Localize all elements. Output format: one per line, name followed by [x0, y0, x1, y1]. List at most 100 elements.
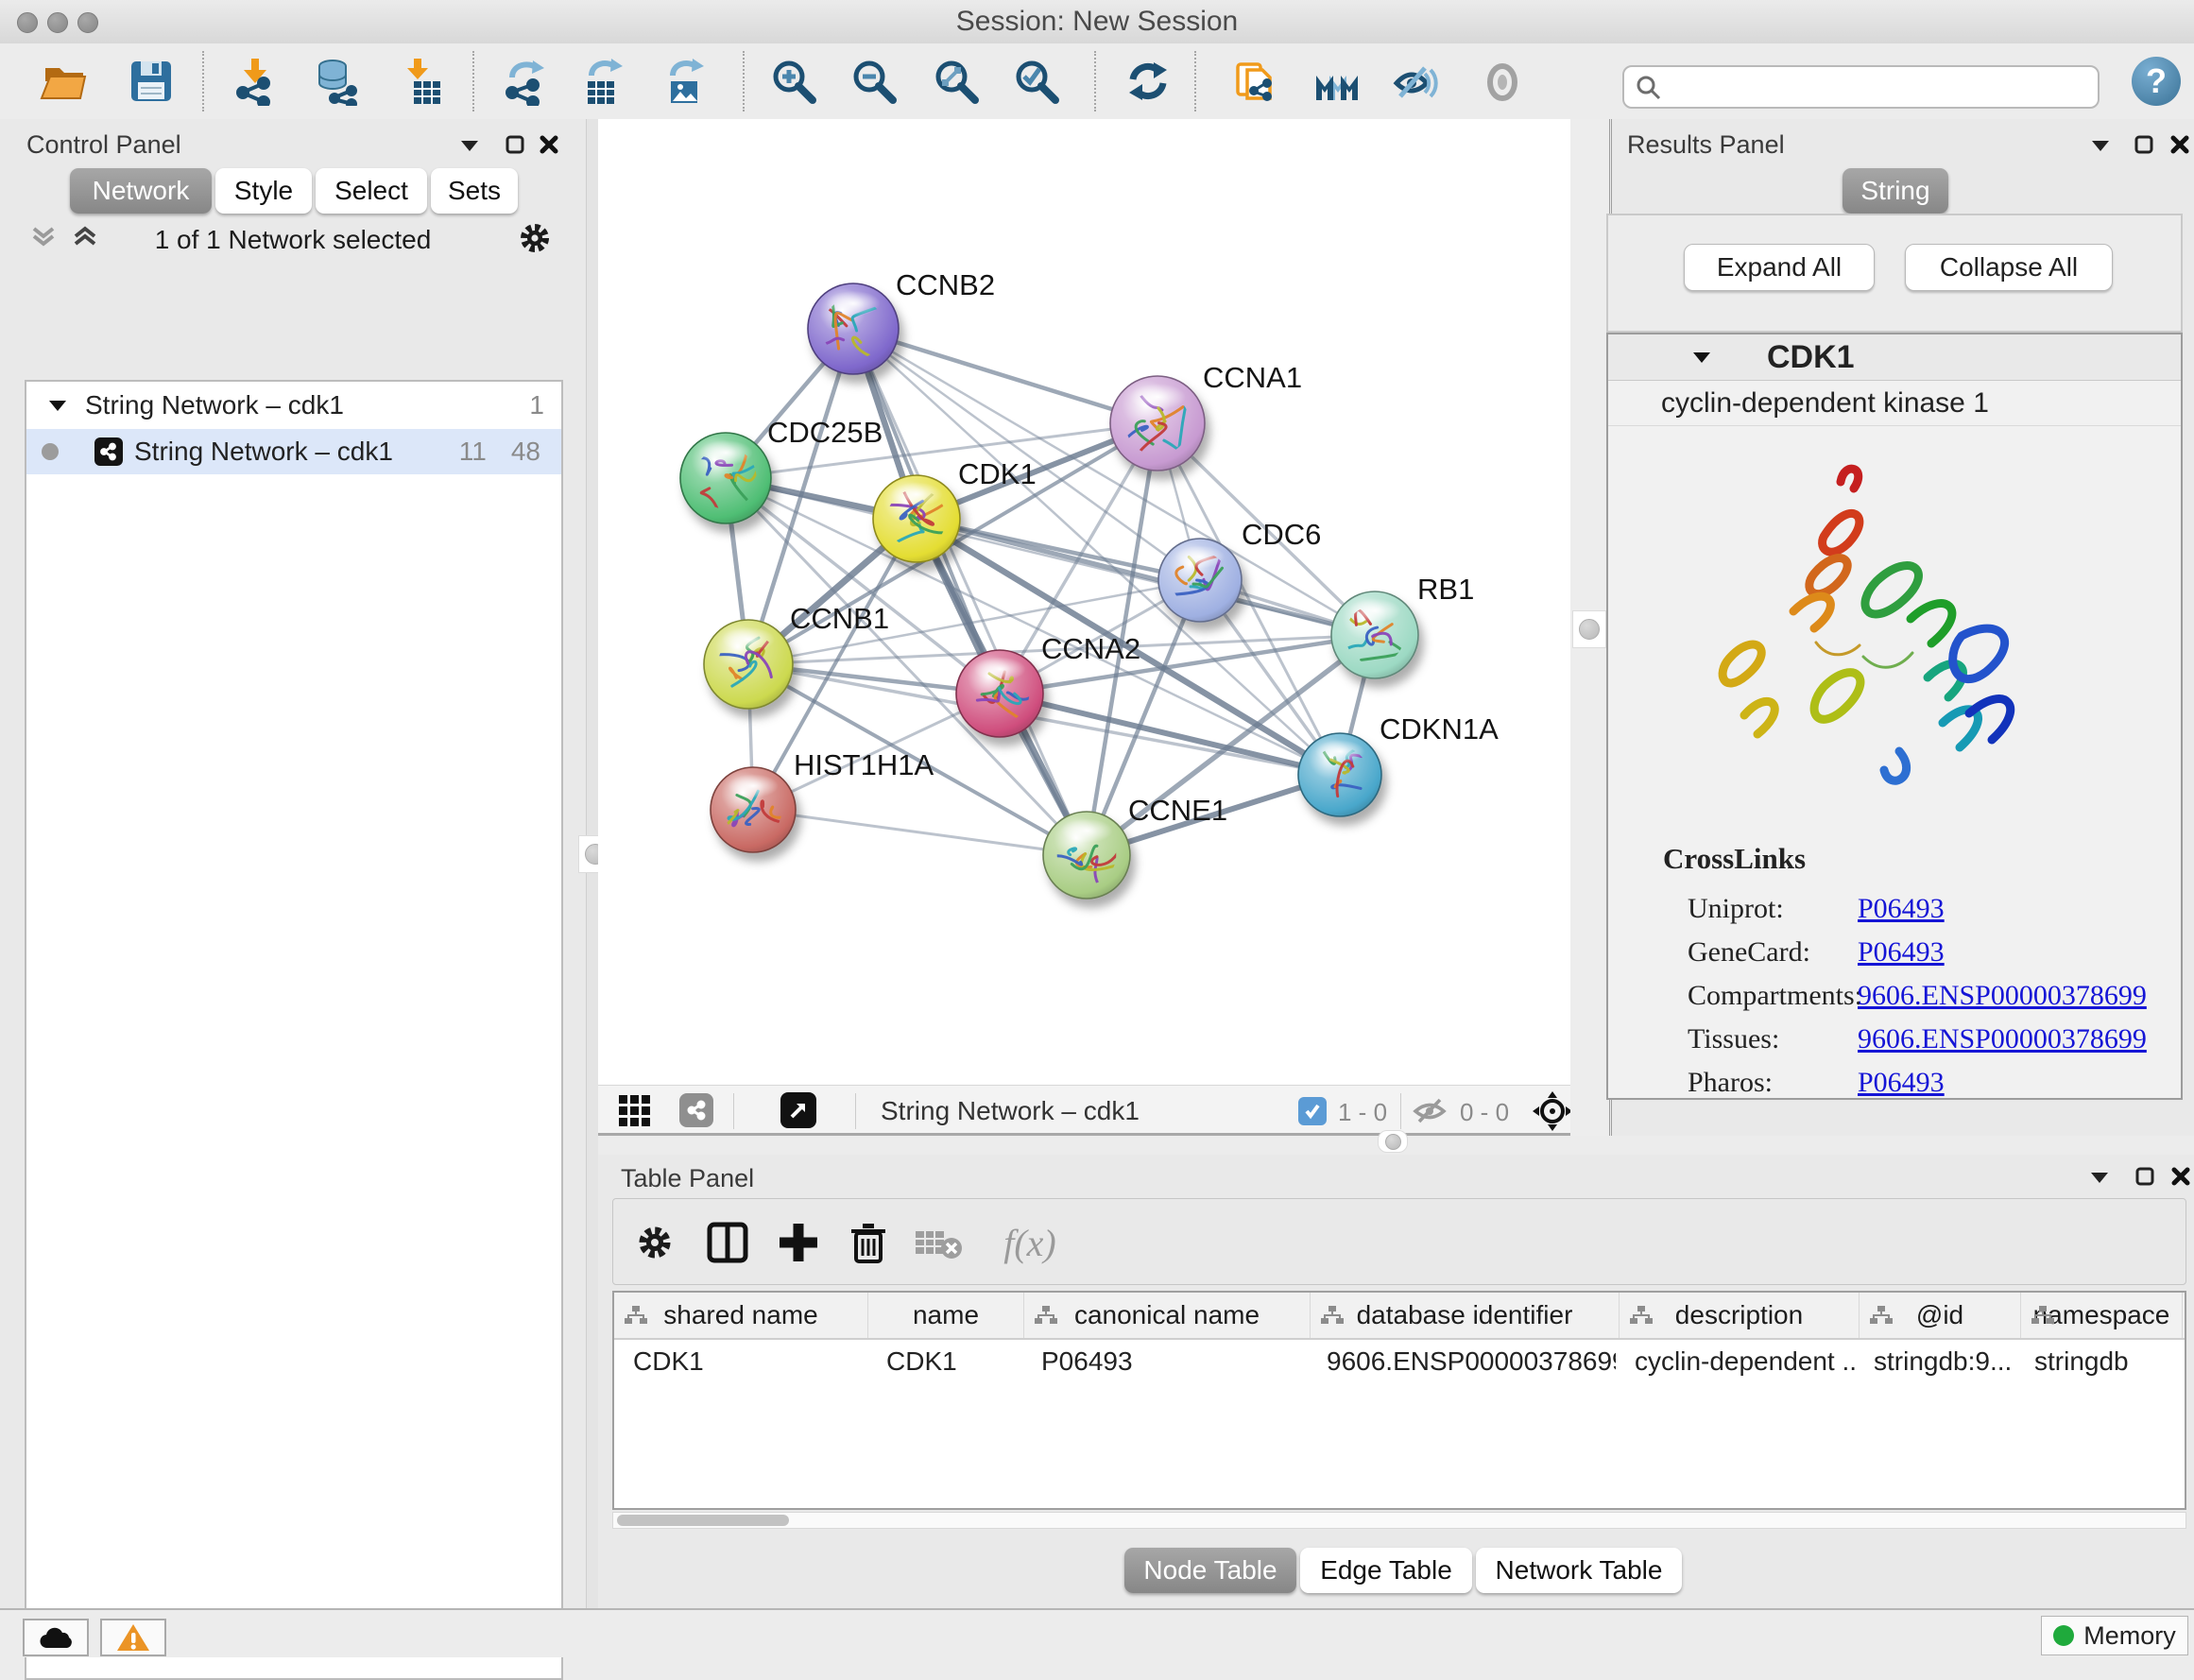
tab-node-table[interactable]: Node Table — [1124, 1548, 1296, 1593]
column-header-shared-name[interactable]: shared name — [614, 1293, 868, 1338]
zoom-window-button[interactable] — [77, 12, 98, 33]
crosslink-uniprot[interactable]: P06493 — [1858, 893, 1945, 924]
table-cell[interactable]: cyclin-dependent ... — [1616, 1340, 1855, 1383]
export-image-icon[interactable] — [660, 55, 712, 108]
node-CCNA1[interactable] — [1110, 376, 1205, 471]
first-neighbors-icon[interactable] — [1311, 55, 1363, 108]
expand-all-button[interactable]: Expand All — [1684, 244, 1875, 291]
table-cell[interactable]: CDK1 — [867, 1340, 1022, 1383]
column-header--id[interactable]: @id — [1860, 1293, 2021, 1338]
zoom-out-icon[interactable] — [848, 55, 900, 108]
node-label-CCNE1: CCNE1 — [1128, 794, 1227, 827]
memory-button[interactable]: Memory — [2041, 1616, 2188, 1655]
import-network-from-database-icon[interactable] — [310, 55, 363, 108]
tab-network-table[interactable]: Network Table — [1476, 1548, 1682, 1593]
zoom-in-icon[interactable] — [767, 55, 820, 108]
hide-selected-icon[interactable] — [1389, 55, 1442, 108]
column-header-description[interactable]: description — [1620, 1293, 1860, 1338]
create-column-plus-icon[interactable] — [774, 1218, 823, 1267]
tab-edge-table[interactable]: Edge Table — [1300, 1548, 1472, 1593]
zoom-selected-region-icon[interactable] — [1010, 55, 1063, 108]
table-cell[interactable]: stringdb:9... — [1855, 1340, 2015, 1383]
node-CCNE1[interactable] — [1043, 812, 1130, 899]
fit-selected-crosshair-icon[interactable] — [1532, 1090, 1573, 1132]
tab-string[interactable]: String — [1843, 168, 1948, 214]
open-session-icon[interactable] — [38, 55, 91, 108]
table-options-gear-icon[interactable] — [630, 1218, 679, 1267]
scrollbar-thumb[interactable] — [617, 1515, 789, 1526]
node-CCNB2[interactable] — [808, 283, 899, 374]
export-network-icon[interactable] — [499, 55, 552, 108]
string-style-icon[interactable] — [679, 1093, 713, 1127]
warnings-button[interactable] — [100, 1619, 166, 1656]
selected-counter: 1 - 0 — [1338, 1098, 1387, 1127]
tab-network[interactable]: Network — [70, 168, 212, 214]
table-horizontal-scrollbar[interactable] — [612, 1512, 2186, 1529]
cloud-status-button[interactable] — [23, 1619, 89, 1656]
table-cell[interactable]: CDK1 — [614, 1340, 867, 1383]
float-panel-icon[interactable] — [459, 138, 480, 153]
close-panel-icon[interactable] — [539, 134, 559, 155]
minimize-window-button[interactable] — [47, 12, 68, 33]
close-panel-icon[interactable] — [2170, 1166, 2191, 1187]
crosslink-compartments[interactable]: 9606.ENSP00000378699 — [1858, 980, 2147, 1011]
node-CDC25B[interactable] — [680, 433, 771, 523]
maximize-panel-icon[interactable] — [505, 134, 525, 155]
close-panel-icon[interactable] — [2169, 134, 2190, 155]
import-network-from-file-icon[interactable] — [229, 55, 282, 108]
table-header-row: shared namenamecanonical namedatabase id… — [614, 1293, 2185, 1340]
selected-nodes-checkbox-icon[interactable] — [1298, 1097, 1327, 1125]
maximize-panel-icon[interactable] — [2134, 134, 2154, 155]
collapse-entry-icon[interactable] — [1691, 350, 1712, 365]
node-CCNB1[interactable] — [704, 620, 793, 709]
float-panel-icon[interactable] — [2089, 1170, 2110, 1185]
network-options-gear-icon[interactable] — [516, 219, 554, 257]
apply-preferred-layout-icon[interactable] — [1122, 55, 1174, 108]
node-HIST1H1A[interactable] — [711, 767, 798, 852]
column-header-canonical-name[interactable]: canonical name — [1024, 1293, 1311, 1338]
splitter-handle[interactable] — [1572, 610, 1606, 648]
crosslink-tissues[interactable]: 9606.ENSP00000378699 — [1858, 1023, 2147, 1054]
delete-column-trash-icon[interactable] — [844, 1218, 893, 1267]
search-input[interactable] — [1622, 65, 2100, 109]
new-network-from-selection-icon[interactable] — [1230, 55, 1283, 108]
node-RB1[interactable] — [1331, 591, 1418, 678]
export-table-icon[interactable] — [578, 55, 631, 108]
split-table-view-icon[interactable] — [703, 1218, 752, 1267]
show-all-icon[interactable] — [1476, 55, 1529, 108]
birds-eye-grid-icon[interactable] — [619, 1095, 651, 1127]
save-session-icon[interactable] — [125, 55, 178, 108]
maximize-panel-icon[interactable] — [2134, 1166, 2155, 1187]
splitter-handle[interactable] — [1378, 1130, 1408, 1153]
network-collection-row[interactable]: String Network – cdk1 1 — [26, 382, 561, 429]
toolbar-separator — [472, 51, 474, 111]
node-CDK1[interactable] — [873, 475, 960, 562]
import-table-from-file-icon[interactable] — [395, 55, 448, 108]
float-panel-icon[interactable] — [2090, 138, 2111, 153]
tab-style[interactable]: Style — [215, 168, 312, 214]
tab-sets[interactable]: Sets — [431, 168, 518, 214]
network-row[interactable]: String Network – cdk1 11 48 — [26, 429, 561, 474]
crosslink-genecard[interactable]: P06493 — [1858, 936, 1945, 968]
collapse-collection-icon[interactable] — [47, 398, 68, 413]
edge-HIST1H1A-CCNE1[interactable] — [753, 810, 1087, 855]
collapse-all-button[interactable]: Collapse All — [1905, 244, 2113, 291]
column-header-name[interactable]: name — [868, 1293, 1024, 1338]
node-CDC6[interactable] — [1158, 539, 1242, 622]
detach-view-icon[interactable] — [780, 1092, 816, 1128]
crosslink-pharos[interactable]: P06493 — [1858, 1067, 1945, 1098]
close-window-button[interactable] — [17, 12, 38, 33]
table-row[interactable]: CDK1CDK1P064939606.ENSP00000378699cyclin… — [614, 1340, 2185, 1383]
column-header-namespace[interactable]: namespace — [2021, 1293, 2183, 1338]
table-cell[interactable]: stringdb — [2015, 1340, 2176, 1383]
column-header-database-identifier[interactable]: database identifier — [1311, 1293, 1620, 1338]
table-cell[interactable]: P06493 — [1022, 1340, 1308, 1383]
help-button[interactable]: ? — [2132, 57, 2181, 106]
network-canvas[interactable]: CCNB2CCNA1CDC25BCDK1CDC6RB1CCNB1CCNA2CDK… — [598, 119, 1570, 1085]
node-CDKN1A[interactable] — [1298, 729, 1381, 816]
cdk1-entry-header[interactable]: CDK1 — [1608, 334, 2181, 381]
tab-select[interactable]: Select — [316, 168, 427, 214]
table-cell[interactable]: 9606.ENSP00000378699 — [1308, 1340, 1616, 1383]
node-CCNA2[interactable] — [956, 650, 1043, 737]
zoom-fit-content-icon[interactable] — [930, 55, 983, 108]
